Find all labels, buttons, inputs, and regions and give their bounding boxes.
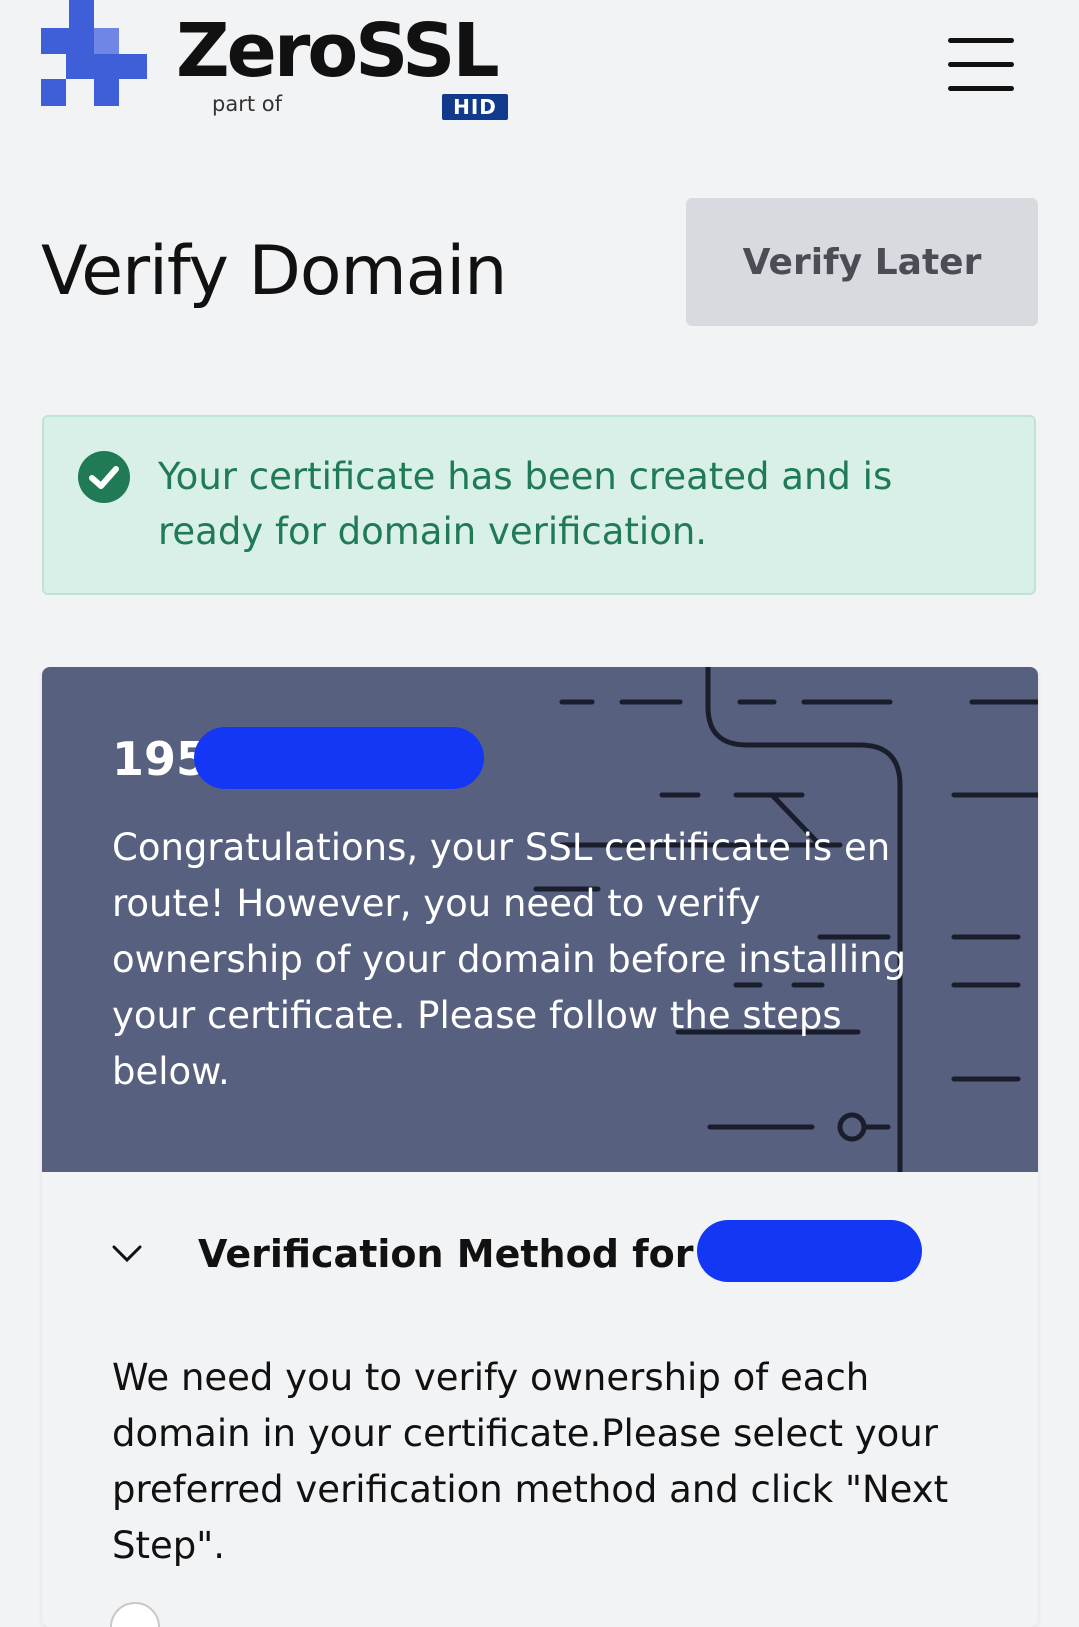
hamburger-menu-icon[interactable] bbox=[944, 34, 1018, 94]
zerossl-logo-icon[interactable] bbox=[41, 0, 147, 106]
success-alert: Your certificate has been created and is… bbox=[42, 415, 1036, 595]
chevron-down-icon[interactable] bbox=[112, 1244, 142, 1264]
logo-part-of-text: part of bbox=[212, 92, 282, 116]
verification-instructions: We need you to verify ownership of each … bbox=[112, 1356, 949, 1567]
congratulations-message: Congratulations, your SSL certificate is… bbox=[112, 826, 907, 1093]
verification-method-accordion[interactable]: Verification Method for 195 bbox=[42, 1172, 1038, 1312]
card-header: 195 Congratulations, your SSL certificat… bbox=[42, 667, 1038, 1172]
alert-message: Your certificate has been created and is… bbox=[158, 455, 893, 553]
page-title: Verify Domain bbox=[41, 232, 507, 311]
verification-method-radio[interactable] bbox=[110, 1602, 160, 1627]
logo-wordmark[interactable]: ZeroSSL bbox=[176, 14, 500, 88]
hid-badge: HID bbox=[442, 94, 508, 120]
check-circle-icon bbox=[78, 451, 130, 503]
verify-later-button[interactable]: Verify Later bbox=[686, 198, 1038, 326]
redaction-mark bbox=[697, 1220, 922, 1282]
certificate-card: 195 Congratulations, your SSL certificat… bbox=[42, 667, 1038, 1627]
site-header: ZeroSSL part of HID bbox=[0, 0, 1079, 140]
redaction-mark bbox=[194, 727, 484, 789]
